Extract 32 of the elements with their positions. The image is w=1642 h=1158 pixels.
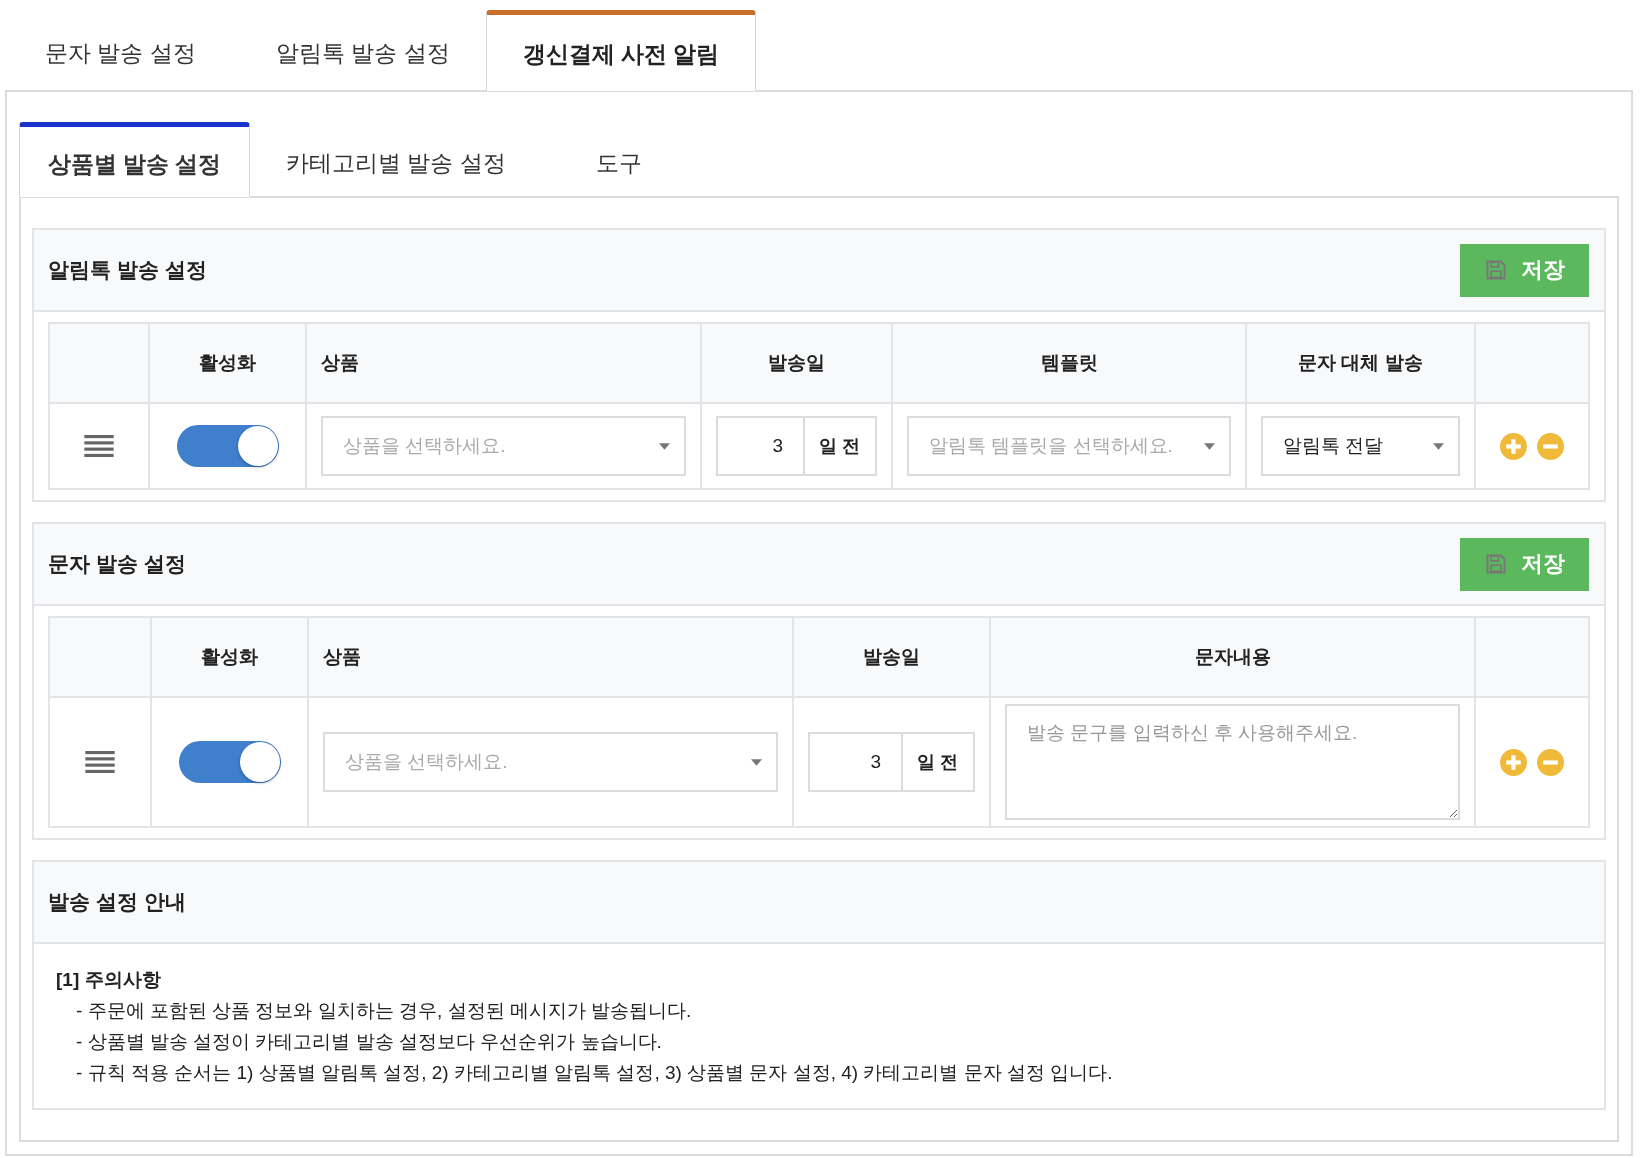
notice-text: - 규칙 적용 순서는 1) 상품별 알림톡 설정, 2) 카테고리별 알림톡 설정, 3) 상품별 문자 설정, 4) 카테고리별 문자 설정 입니다. — [75, 1061, 1114, 1085]
drag-handle-icon[interactable] — [85, 751, 115, 773]
caret-icon — [659, 442, 670, 450]
column-header: 문자 대체 발송 — [1298, 352, 1423, 373]
toggle-switch[interactable] — [178, 741, 281, 783]
tab[interactable]: 도구 — [555, 122, 682, 196]
panel-title: 문자 발송 설정 — [48, 551, 186, 577]
message-textarea[interactable]: 발송 문구를 입력하신 후 사용해주세요. — [1005, 704, 1460, 820]
column-header: 상품 — [323, 646, 361, 667]
notice-heading: [1] 주의사항 — [56, 968, 162, 992]
column-header: 발송일 — [863, 646, 920, 667]
column-header: 상품 — [321, 352, 359, 373]
panel-title: 알림톡 발송 설정 — [48, 257, 207, 283]
column-header: 발송일 — [768, 352, 825, 373]
column-header: 템플릿 — [1040, 352, 1098, 373]
fallback-dropdown[interactable]: 알림톡 전달 — [1261, 416, 1460, 476]
tab[interactable]: 카테고리별 발송 설정 — [250, 122, 556, 196]
panel-title: 발송 설정 안내 — [48, 889, 186, 915]
toggle-switch[interactable] — [176, 425, 279, 467]
notice-text: - 상품별 발송 설정이 카테고리별 발송 설정보다 우선순위가 높습니다. — [75, 1030, 663, 1054]
caret-icon — [1204, 442, 1215, 450]
caret-icon — [751, 758, 762, 766]
tab[interactable]: 문자 발송 설정 — [5, 10, 236, 90]
drag-handle-icon[interactable] — [84, 435, 114, 457]
caret-icon — [1433, 442, 1444, 450]
tab[interactable]: 알림톡 발송 설정 — [235, 10, 486, 90]
column-header: 활성화 — [199, 352, 256, 373]
column-header: 문자내용 — [1194, 646, 1271, 667]
notice-text: - 주문에 포함된 상품 정보와 일치하는 경우, 설정된 메시지가 발송됩니다. — [75, 999, 693, 1023]
column-header: 활성화 — [201, 646, 258, 667]
tab[interactable]: 상품별 발송 설정 — [19, 122, 250, 197]
tab[interactable]: 갱신결제 사전 알림 — [485, 10, 757, 91]
